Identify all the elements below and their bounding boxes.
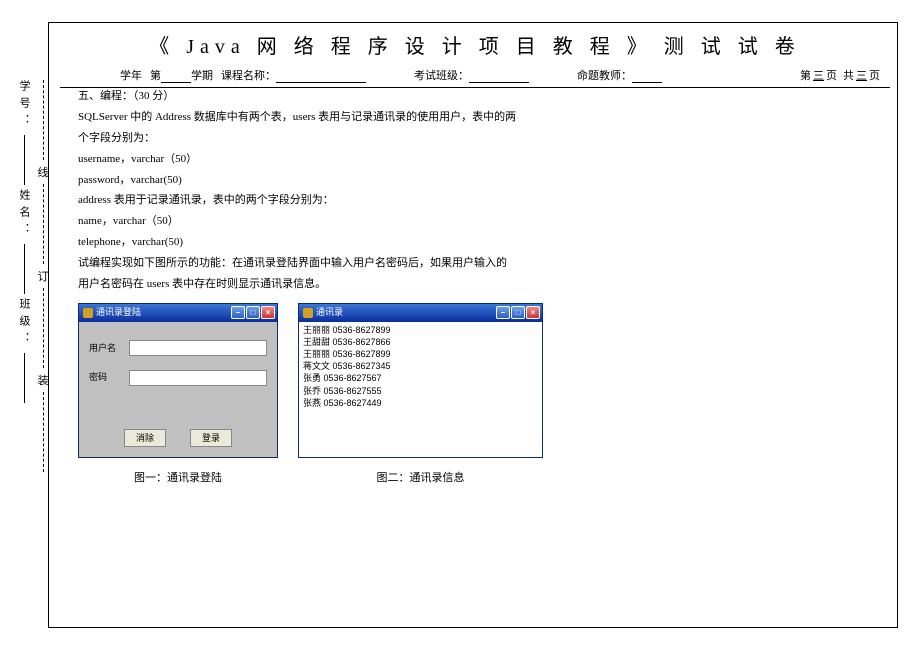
year-label: 学年: [120, 67, 142, 83]
minimize-button[interactable]: –: [496, 306, 510, 319]
binding-dash: [43, 288, 44, 368]
term-prefix: 第: [150, 67, 161, 83]
meta-year: 学年: [120, 67, 142, 83]
input-password[interactable]: [129, 370, 267, 386]
page-total-prefix: 共: [843, 67, 854, 83]
label-username: 用户名: [89, 340, 121, 357]
para-3: address 表用于记录通讯录，表中的两个字段分别为：: [78, 190, 880, 211]
contact-row: 张乔 0536-8627555: [303, 385, 538, 397]
contact-row: 蒋文文 0536-8627345: [303, 360, 538, 372]
field-4: telephone，varchar(50): [78, 232, 880, 253]
page-num: 三: [811, 67, 826, 83]
teacher-blank: [632, 70, 662, 83]
side-labels: 学号： 姓名： 班级：: [8, 80, 40, 407]
side-label-name: 姓名：: [16, 189, 32, 240]
binding-char-xian: 线: [38, 164, 49, 180]
titlebar-left: 通讯录: [303, 304, 343, 321]
page-prefix: 第: [800, 67, 811, 83]
page-title: 《 Java 网 络 程 序 设 计 项 目 教 程 》 测 试 试 卷: [60, 30, 890, 59]
para-5: 用户名密码在 users 表中存在时则显示通讯录信息。: [78, 274, 880, 295]
contacts-body: 王丽丽 0536-8627899 王甜甜 0536-8627866 王丽丽 05…: [299, 322, 542, 457]
teacher-label: 命题教师：: [577, 67, 632, 83]
window-icon: [83, 308, 93, 318]
row-username: 用户名: [89, 340, 267, 357]
login-button[interactable]: 登录: [190, 429, 232, 447]
minimize-button[interactable]: –: [231, 306, 245, 319]
maximize-button[interactable]: □: [511, 306, 525, 319]
binding-dash: [43, 80, 44, 160]
row-password: 密码: [89, 369, 267, 386]
para-4: 试编程实现如下图所示的功能：在通讯录登陆界面中输入用户名密码后，如果用户输入的: [78, 253, 880, 274]
titlebar-left: 通讯录登陆: [83, 304, 141, 321]
meta-term: 第 学期: [150, 67, 213, 83]
contact-row: 王丽丽 0536-8627899: [303, 348, 538, 360]
para-1: SQLServer 中的 Address 数据库中有两个表，users 表用与记…: [78, 107, 880, 128]
question-title: 五、编程：（30 分）: [78, 86, 880, 107]
page-total-suffix: 页: [869, 67, 880, 83]
window-icon: [303, 308, 313, 318]
contact-row: 张勇 0536-8627567: [303, 372, 538, 384]
figure-captions: 图一：通讯录登陆 图二：通讯录信息: [78, 468, 880, 489]
course-blank: [276, 70, 366, 83]
contact-row: 张燕 0536-8627449: [303, 397, 538, 409]
close-button[interactable]: ×: [526, 306, 540, 319]
field-2: password，varchar(50): [78, 170, 880, 191]
caption-1: 图一：通讯录登陆: [78, 468, 278, 489]
close-button[interactable]: ×: [261, 306, 275, 319]
figures: 通讯录登陆 – □ × 用户名 密码: [78, 303, 880, 458]
login-body: 用户名 密码 消除 登录: [79, 322, 277, 457]
window-contacts: 通讯录 – □ × 王丽丽 0536-8627899 王甜甜 0536-8627…: [298, 303, 543, 458]
input-username[interactable]: [129, 340, 267, 356]
course-label: 课程名称：: [221, 67, 276, 83]
meta-course: 课程名称：: [221, 67, 366, 83]
maximize-button[interactable]: □: [246, 306, 260, 319]
caption-2: 图二：通讯录信息: [298, 468, 543, 489]
side-line: [24, 135, 25, 185]
binding-char-zhuang: 装: [38, 372, 49, 388]
content: 五、编程：（30 分） SQLServer 中的 Address 数据库中有两个…: [78, 86, 880, 489]
titlebar-login: 通讯录登陆 – □ ×: [79, 304, 277, 322]
contact-row: 王甜甜 0536-8627866: [303, 336, 538, 348]
binding-dash: [43, 392, 44, 472]
binding-dash: [43, 184, 44, 264]
class-label: 考试班级：: [414, 67, 469, 83]
meta-page: 第 三 页 共 三 页: [800, 67, 880, 83]
binding-marks: 线 订 装: [38, 80, 48, 472]
window-login: 通讯录登陆 – □ × 用户名 密码: [78, 303, 278, 458]
meta-class: 考试班级：: [414, 67, 529, 83]
field-1: username，varchar（50）: [78, 149, 880, 170]
titlebar-contacts: 通讯录 – □ ×: [299, 304, 542, 322]
window-title-login: 通讯录登陆: [96, 304, 141, 321]
side-label-class: 班级：: [16, 298, 32, 349]
side-label-xuehao: 学号：: [16, 80, 32, 131]
titlebar-buttons: – □ ×: [496, 306, 540, 319]
page-total: 三: [854, 67, 869, 83]
label-password: 密码: [89, 369, 121, 386]
titlebar-buttons: – □ ×: [231, 306, 275, 319]
meta-row: 学年 第 学期 课程名称： 考试班级： 命题教师： 第 三 页 共 三 页: [60, 67, 890, 88]
button-row: 消除 登录: [89, 429, 267, 447]
class-blank: [469, 70, 529, 83]
clear-button[interactable]: 消除: [124, 429, 166, 447]
meta-teacher: 命题教师：: [577, 67, 662, 83]
side-line: [24, 353, 25, 403]
header: 《 Java 网 络 程 序 设 计 项 目 教 程 》 测 试 试 卷 学年 …: [60, 30, 890, 88]
term-blank: [161, 70, 191, 83]
para-2: 个字段分别为：: [78, 128, 880, 149]
side-line: [24, 244, 25, 294]
contact-row: 王丽丽 0536-8627899: [303, 324, 538, 336]
field-3: name，varchar（50）: [78, 211, 880, 232]
page-mid: 页: [826, 67, 837, 83]
binding-char-ding: 订: [38, 268, 49, 284]
term-suffix: 学期: [191, 67, 213, 83]
window-title-contacts: 通讯录: [316, 304, 343, 321]
